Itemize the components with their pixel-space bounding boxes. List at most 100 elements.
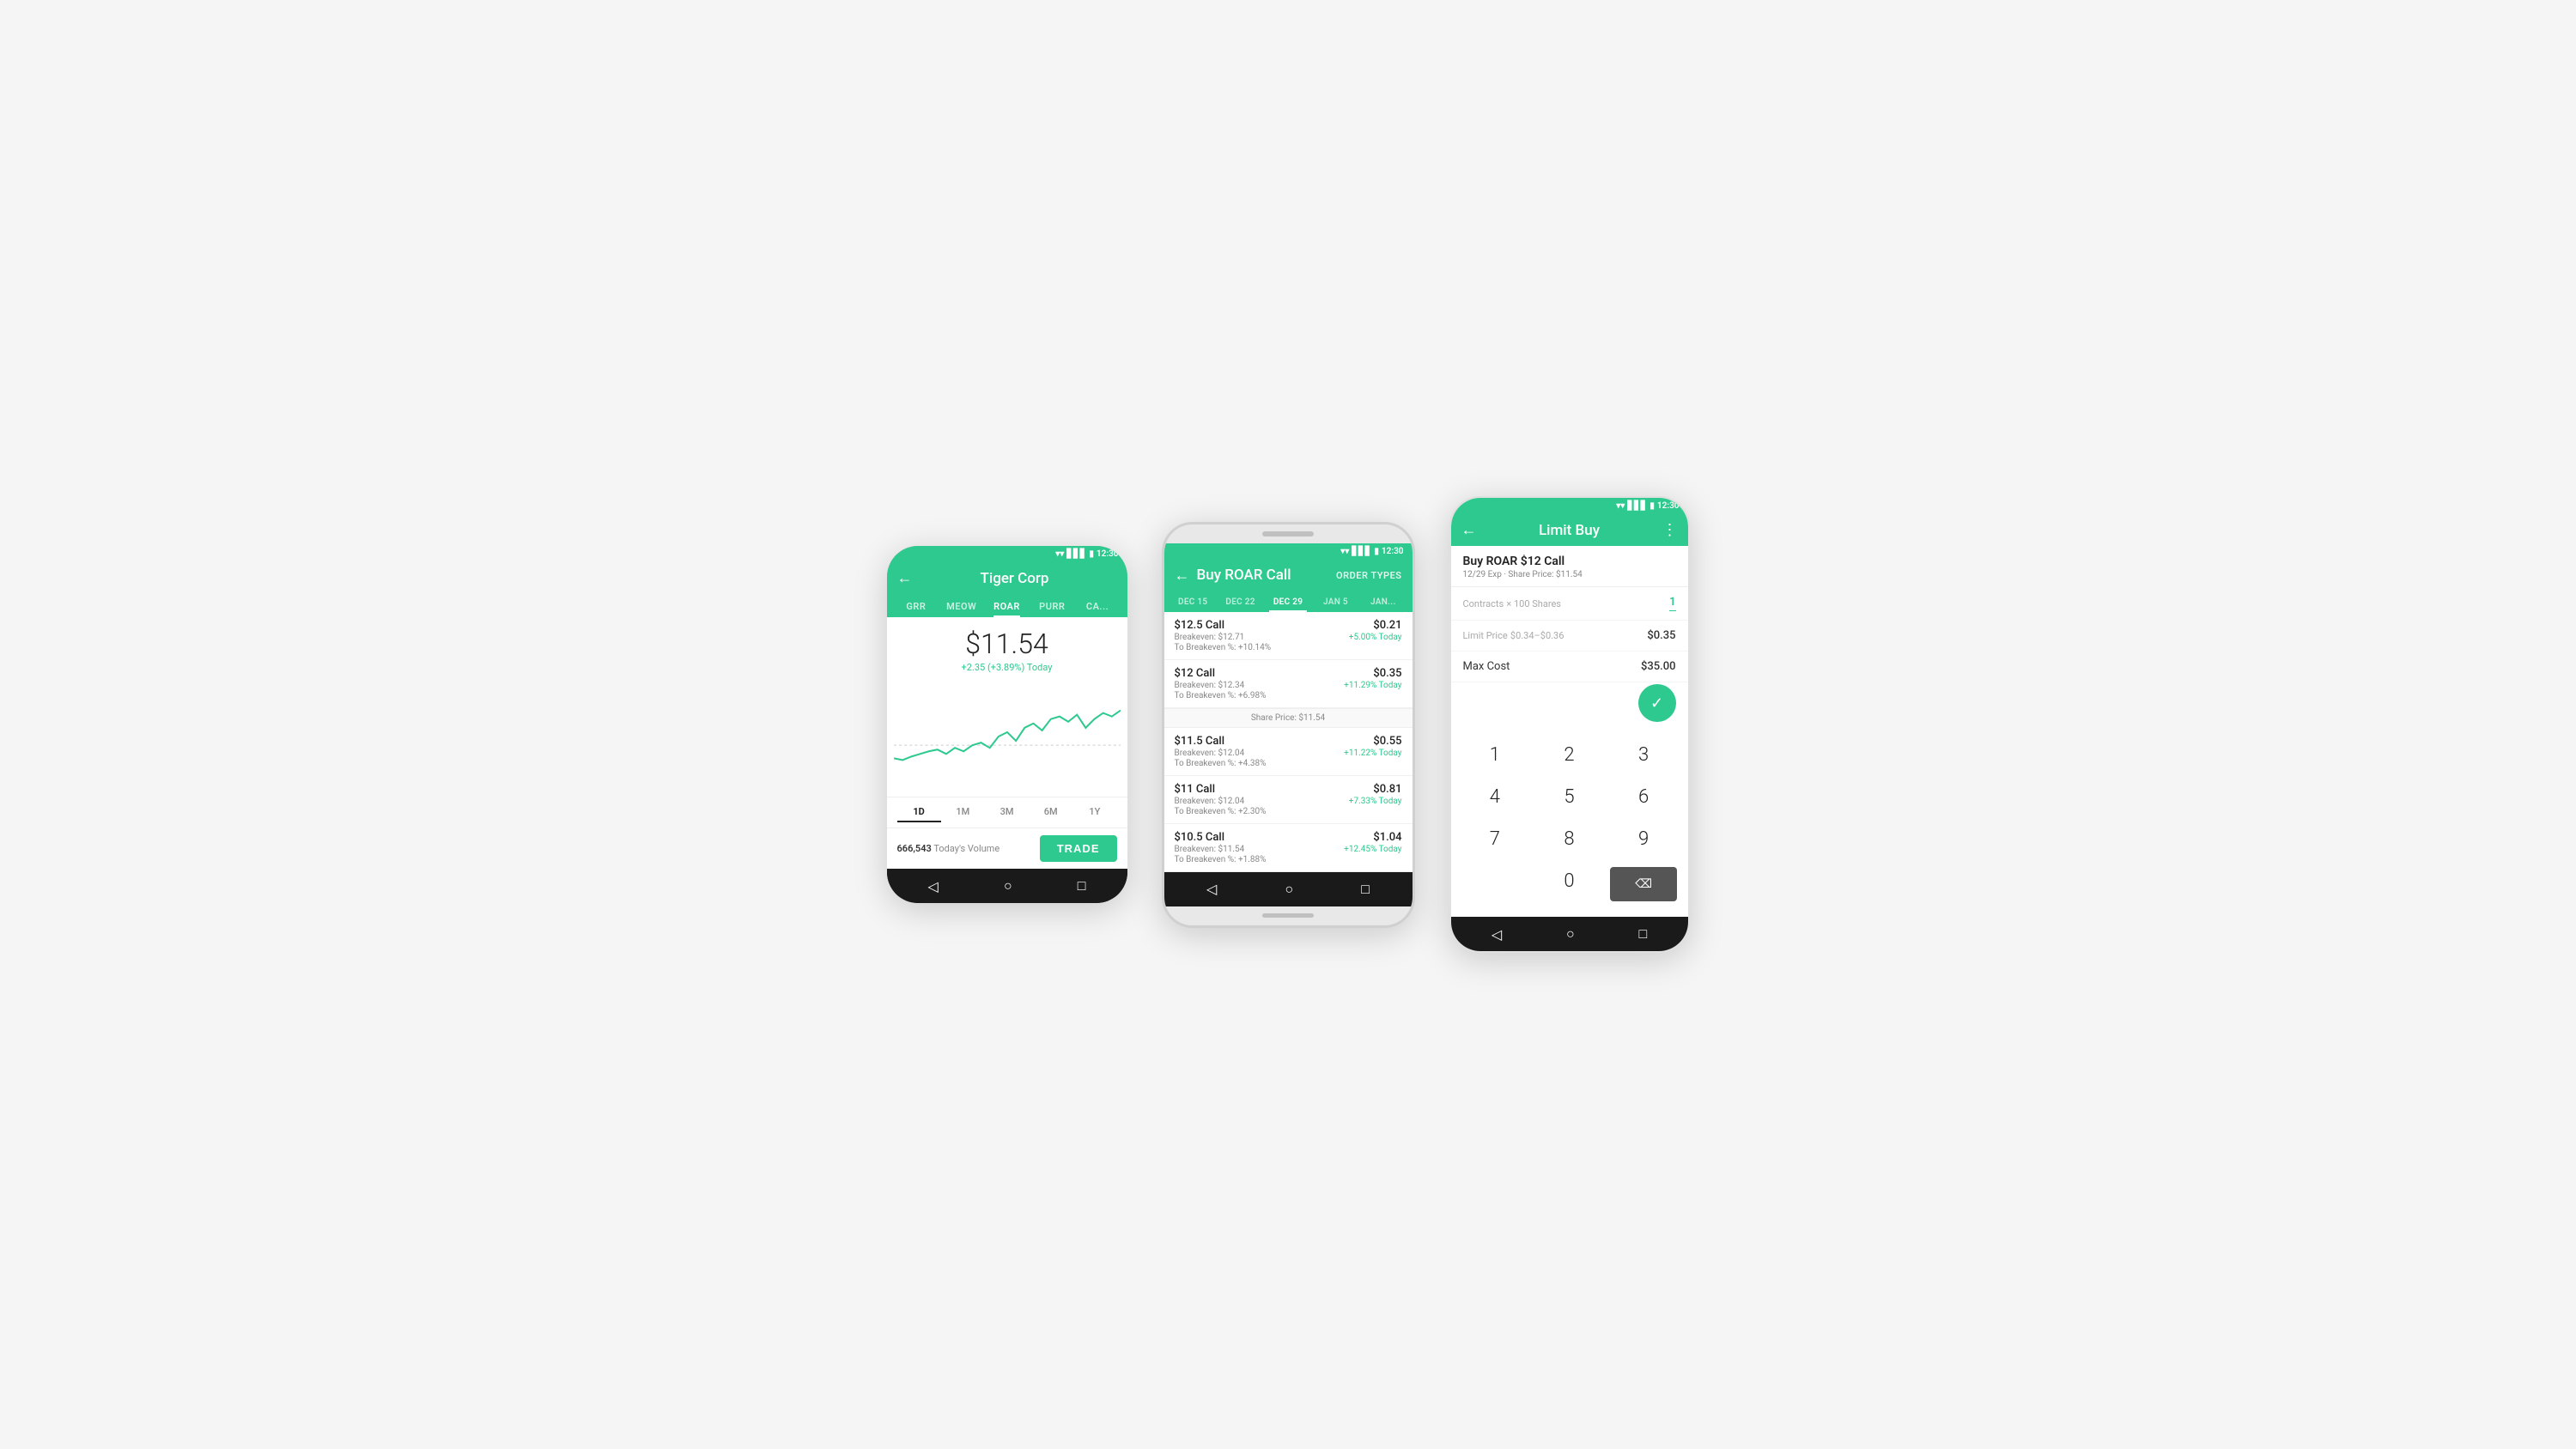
option-price: $0.21 (1349, 619, 1402, 632)
time-label: 12:30 (1382, 547, 1404, 556)
option-item-115[interactable]: $11.5 Call Breakeven: $12.04 To Breakeve… (1164, 728, 1413, 776)
date-tabs: DEC 15 DEC 22 DEC 29 JAN 5 JAN... (1164, 591, 1413, 612)
phone-options-view: ▾▾ ▋▋▋ ▮ 12:30 ← Buy ROAR Call ORDER TYP… (1162, 522, 1415, 928)
tab-roar[interactable]: ROAR (984, 594, 1030, 617)
tf-1y[interactable]: 1Y (1072, 803, 1116, 822)
limit-price-field: Limit Price $0.34–$0.36 $0.35 (1451, 621, 1688, 652)
limit-price-value[interactable]: $0.35 (1647, 629, 1675, 642)
back-nav-icon[interactable]: ◁ (928, 878, 939, 894)
signal-icon: ▋▋▋ (1066, 549, 1086, 559)
back-nav-icon[interactable]: ◁ (1206, 881, 1217, 897)
option-detail2: To Breakeven %: +4.38% (1175, 759, 1267, 768)
price-range-sublabel: $0.34–$0.36 (1510, 630, 1564, 641)
phone1-toolbar: ← Tiger Corp (887, 562, 1127, 594)
phone1-tabs: GRR MEOW ROAR PURR CA... (887, 594, 1127, 617)
phone2-top-notch (1164, 524, 1413, 543)
backspace-key[interactable]: ⌫ (1610, 867, 1678, 901)
key-5[interactable]: 5 (1532, 776, 1607, 818)
signal-icon: ▋▋▋ (1627, 501, 1647, 511)
volume-number: 666,543 (897, 843, 932, 854)
recents-nav-icon[interactable]: □ (1078, 877, 1086, 894)
recents-nav-icon[interactable]: □ (1361, 881, 1370, 898)
back-icon[interactable]: ← (897, 569, 913, 587)
key-7[interactable]: 7 (1458, 818, 1533, 860)
contracts-value[interactable]: 1 (1669, 596, 1675, 611)
option-change: +12.45% Today (1344, 845, 1401, 854)
stock-chart (887, 680, 1127, 797)
time-label: 12:30 (1657, 501, 1680, 511)
stock-change: +2.35 (+3.89%) Today (894, 662, 1121, 673)
option-right: $1.04 +12.45% Today (1344, 831, 1401, 854)
option-left: $11 Call Breakeven: $12.04 To Breakeven … (1175, 783, 1267, 816)
option-right: $0.21 +5.00% Today (1349, 619, 1402, 642)
option-right: $0.35 +11.29% Today (1344, 667, 1401, 690)
home-nav-icon[interactable]: ○ (1285, 881, 1293, 898)
option-item-11[interactable]: $11 Call Breakeven: $12.04 To Breakeven … (1164, 776, 1413, 824)
wifi-icon: ▾▾ (1340, 547, 1349, 556)
tab-purr[interactable]: PURR (1030, 594, 1075, 617)
trade-button[interactable]: TRADE (1040, 835, 1117, 862)
wifi-icon: ▾▾ (1055, 549, 1064, 559)
key-9[interactable]: 9 (1607, 818, 1681, 860)
option-detail1: Breakeven: $12.04 (1175, 797, 1267, 806)
phone2-title: Buy ROAR Call (1197, 567, 1337, 584)
tf-6m[interactable]: 6M (1029, 803, 1072, 822)
confirm-icon: ✓ (1650, 694, 1663, 712)
phone3-title: Limit Buy (1477, 522, 1662, 539)
key-0[interactable]: 0 (1532, 860, 1607, 908)
date-jan-more[interactable]: JAN... (1359, 591, 1406, 612)
option-change: +11.22% Today (1344, 749, 1401, 758)
key-8[interactable]: 8 (1532, 818, 1607, 860)
key-3[interactable]: 3 (1607, 734, 1681, 776)
phone3-nav-bar: ◁ ○ □ (1451, 917, 1688, 951)
shares-sublabel: × 100 Shares (1506, 598, 1561, 609)
options-list: $12.5 Call Breakeven: $12.71 To Breakeve… (1164, 612, 1413, 872)
tf-1d[interactable]: 1D (897, 803, 941, 822)
tf-3m[interactable]: 3M (985, 803, 1029, 822)
home-nav-icon[interactable]: ○ (1566, 925, 1575, 943)
option-right: $0.55 +11.22% Today (1344, 735, 1401, 758)
key-2[interactable]: 2 (1532, 734, 1607, 776)
key-1[interactable]: 1 (1458, 734, 1533, 776)
date-dec22[interactable]: DEC 22 (1217, 591, 1264, 612)
option-item-125[interactable]: $12.5 Call Breakeven: $12.71 To Breakeve… (1164, 612, 1413, 660)
home-nav-icon[interactable]: ○ (1004, 877, 1012, 894)
date-dec29[interactable]: DEC 29 (1264, 591, 1311, 612)
phone2-status-icons: ▾▾ ▋▋▋ ▮ 12:30 (1340, 547, 1403, 556)
option-title: $10.5 Call (1175, 831, 1267, 844)
phone-order-entry: ▾▾ ▋▋▋ ▮ 12:30 ← Limit Buy ⋮ Buy ROAR $1… (1449, 496, 1690, 953)
tab-meow[interactable]: MEOW (939, 594, 984, 617)
contracts-label: Contracts × 100 Shares (1463, 597, 1561, 610)
recents-nav-icon[interactable]: □ (1638, 925, 1647, 943)
option-detail2: To Breakeven %: +6.98% (1175, 691, 1267, 700)
max-cost-value: $35.00 (1641, 660, 1676, 673)
option-title: $12 Call (1175, 667, 1267, 680)
phone1-nav-bar: ◁ ○ □ (887, 869, 1127, 903)
key-6[interactable]: 6 (1607, 776, 1681, 818)
phone1-status-icons: ▾▾ ▋▋▋ ▮ 12:30 (1055, 549, 1118, 559)
key-4[interactable]: 4 (1458, 776, 1533, 818)
option-item-12[interactable]: $12 Call Breakeven: $12.34 To Breakeven … (1164, 660, 1413, 708)
date-jan5[interactable]: JAN 5 (1312, 591, 1359, 612)
date-dec15[interactable]: DEC 15 (1170, 591, 1217, 612)
confirm-button[interactable]: ✓ (1638, 684, 1676, 722)
order-types-label[interactable]: ORDER TYPES (1336, 570, 1401, 581)
tf-1m[interactable]: 1M (941, 803, 985, 822)
option-item-105[interactable]: $10.5 Call Breakeven: $11.54 To Breakeve… (1164, 824, 1413, 872)
phone3-status-bar: ▾▾ ▋▋▋ ▮ 12:30 (1451, 498, 1688, 514)
option-detail2: To Breakeven %: +2.30% (1175, 807, 1267, 816)
option-detail1: Breakeven: $11.54 (1175, 845, 1267, 854)
option-price: $0.35 (1344, 667, 1401, 680)
limit-price-label: Limit Price $0.34–$0.36 (1463, 629, 1564, 642)
tab-ca[interactable]: CA... (1075, 594, 1121, 617)
option-price: $0.55 (1344, 735, 1401, 748)
phone1-bottom-bar: 666,543 Today's Volume TRADE (887, 828, 1127, 869)
option-detail1: Breakeven: $12.71 (1175, 633, 1272, 642)
max-cost-field: Max Cost $35.00 (1451, 652, 1688, 682)
contracts-text: Contracts (1463, 598, 1504, 609)
menu-icon[interactable]: ⋮ (1662, 521, 1678, 539)
tab-grr[interactable]: GRR (894, 594, 939, 617)
back-icon[interactable]: ← (1175, 567, 1190, 585)
back-nav-icon[interactable]: ◁ (1492, 926, 1502, 943)
back-icon[interactable]: ← (1461, 521, 1477, 539)
